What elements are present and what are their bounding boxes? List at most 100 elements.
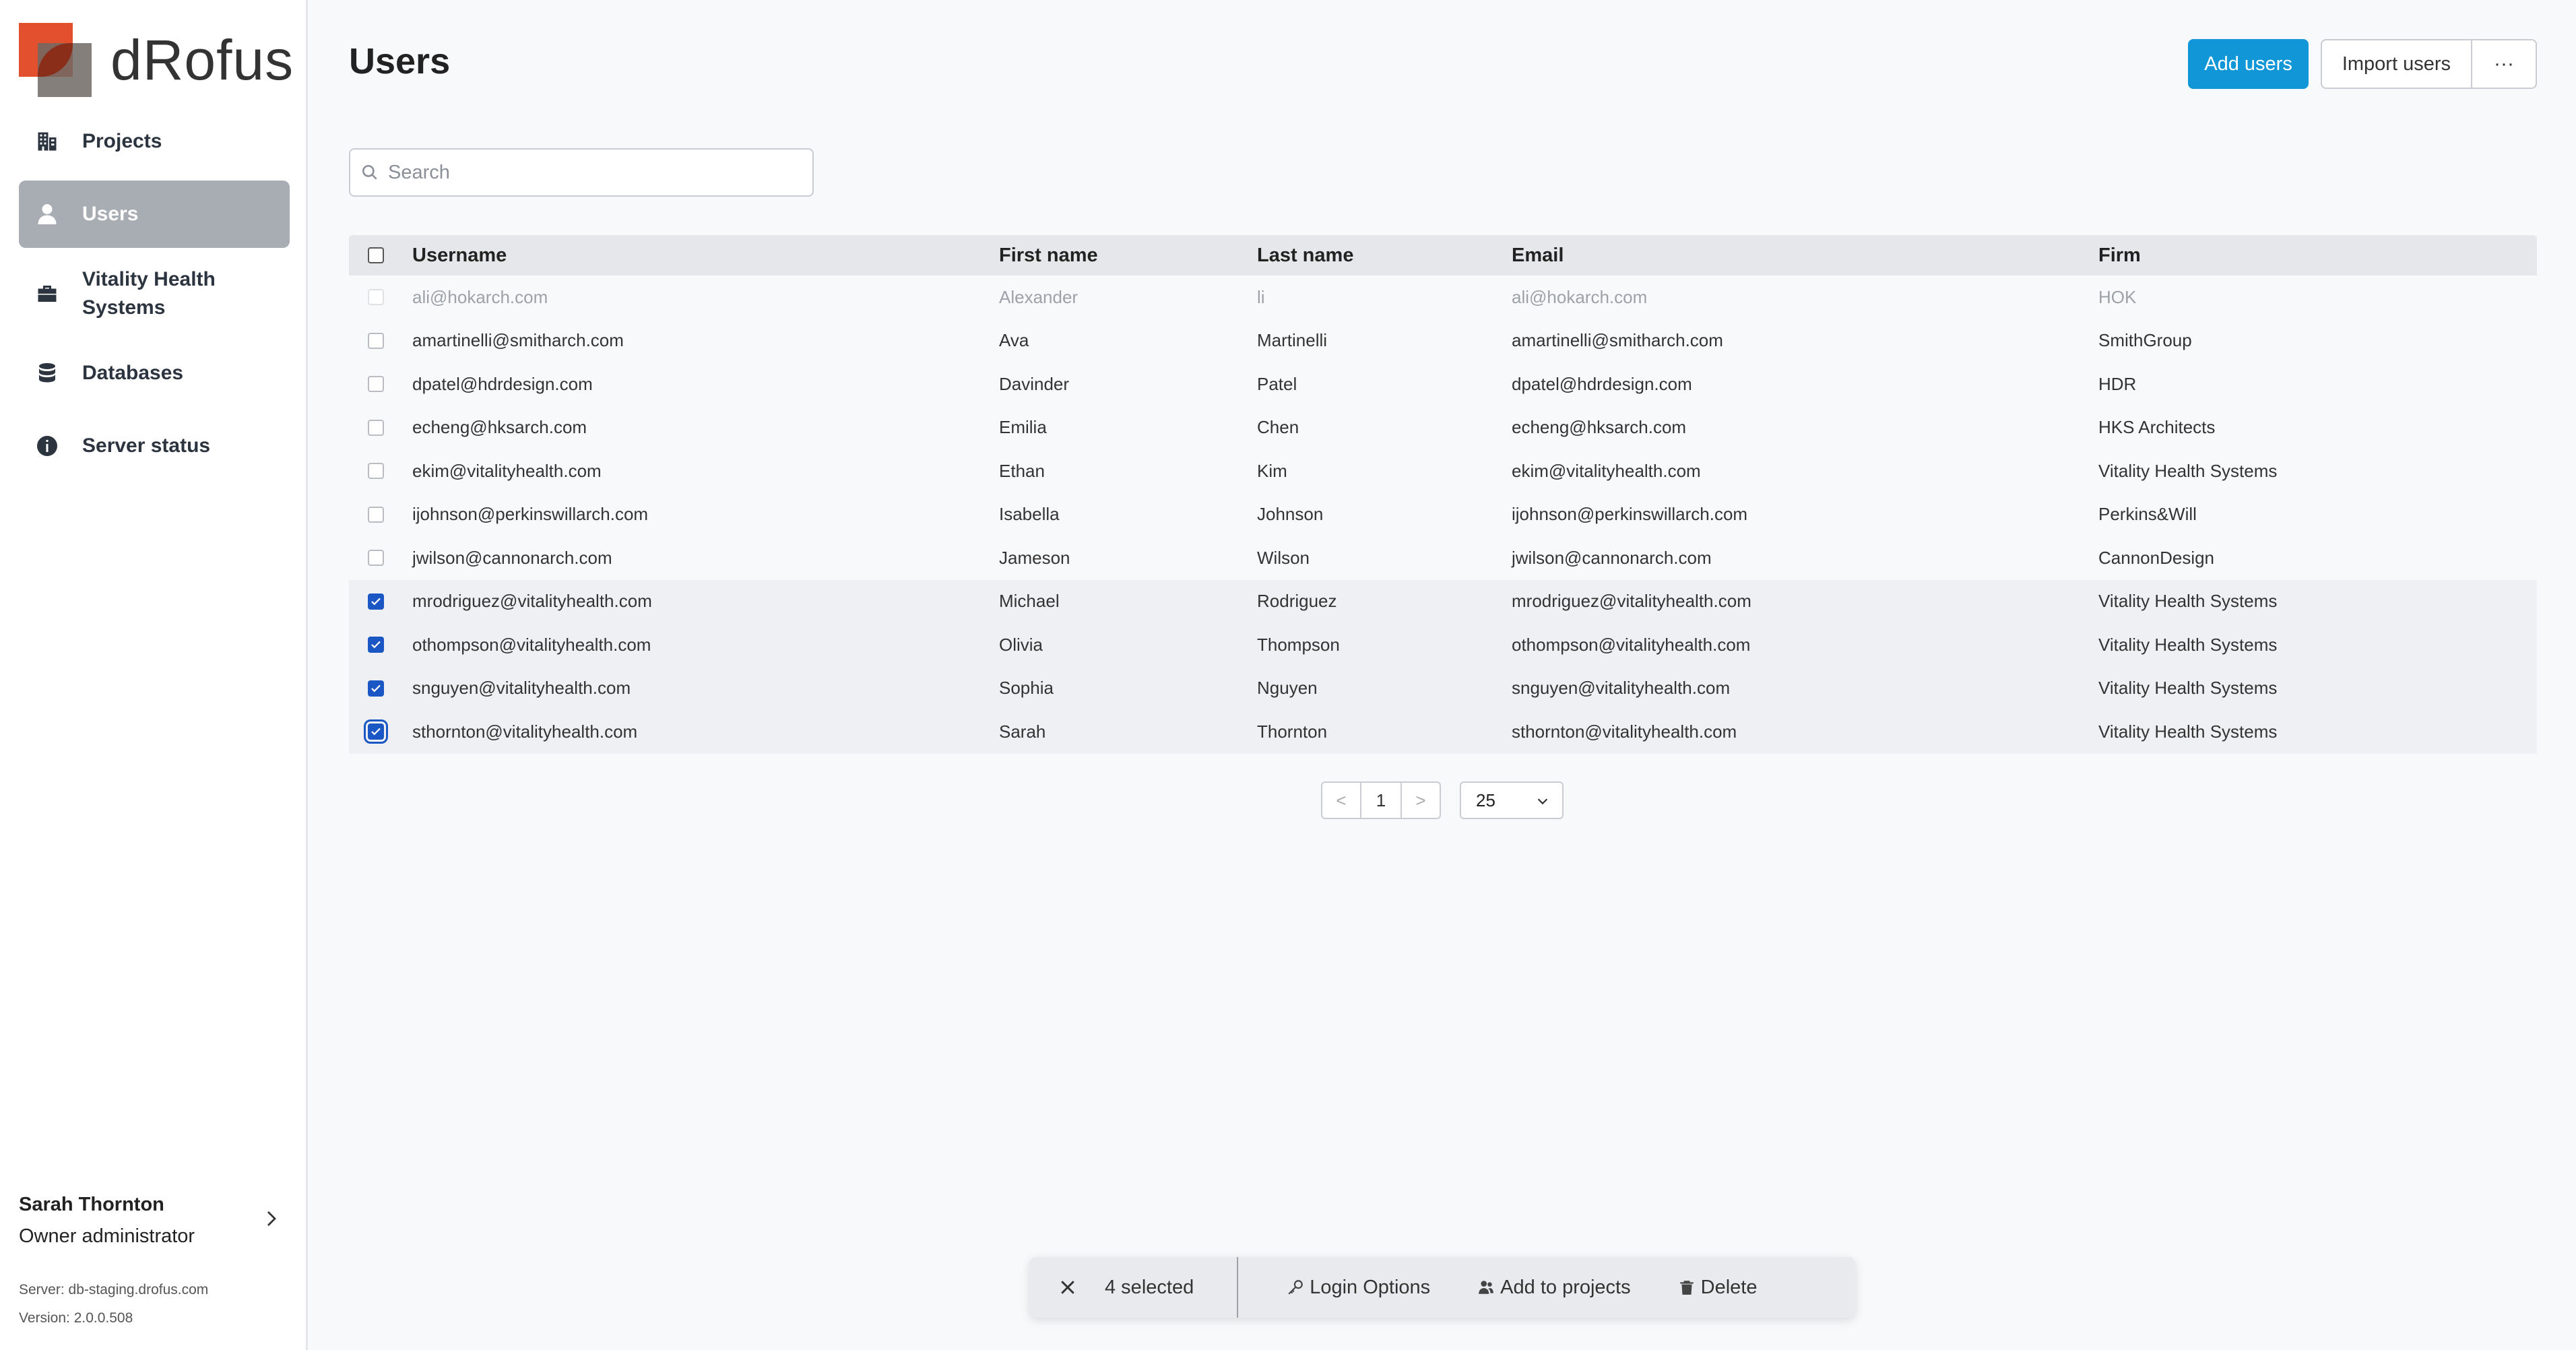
search-icon	[362, 164, 377, 180]
page-title: Users	[349, 41, 451, 82]
cell-firm: Vitality Health Systems	[2098, 591, 2278, 612]
page-number[interactable]: 1	[1361, 781, 1400, 819]
bulk-action-bar: 4 selected Login Options Add to projects…	[1029, 1257, 1855, 1318]
more-options-button[interactable]: ···	[2471, 40, 2536, 88]
row-select-cell	[368, 493, 384, 537]
selected-count: 4 selected	[1105, 1276, 1194, 1298]
import-button-group: Import users ···	[2320, 39, 2537, 89]
add-to-projects-button[interactable]: Add to projects	[1477, 1276, 1631, 1299]
cell-first-name: Olivia	[999, 634, 1043, 655]
sidebar: dRofus Projects Users Vitality Health Sy…	[0, 0, 308, 1350]
cell-email: amartinelli@smitharch.com	[1512, 330, 1723, 351]
add-users-button[interactable]: Add users	[2188, 39, 2309, 89]
row-select-cell	[368, 276, 384, 319]
cell-last-name: Kim	[1257, 460, 1287, 481]
table-row[interactable]: echeng@hksarch.com Emilia Chen echeng@hksar…	[349, 406, 2537, 450]
database-icon	[39, 363, 55, 383]
cell-last-name: Rodriguez	[1257, 591, 1337, 612]
table-row[interactable]: snguyen@vitalityhealth.com Sophia Nguyen sn…	[349, 666, 2537, 711]
cell-username: othompson@vitalityhealth.com	[412, 634, 651, 655]
cell-username: echeng@hksarch.com	[412, 417, 587, 438]
table-row[interactable]: ekim@vitalityhealth.com Ethan Kim ekim@vita…	[349, 449, 2537, 493]
table-row[interactable]: jwilson@cannonarch.com Jameson Wilson jwils…	[349, 536, 2537, 580]
row-checkbox[interactable]	[368, 376, 384, 393]
table-row[interactable]: dpatel@hdrdesign.com Davinder Patel dpatel@…	[349, 362, 2537, 406]
row-select-cell	[364, 710, 388, 754]
row-checkbox	[368, 289, 384, 306]
search-input[interactable]	[387, 160, 794, 185]
building-icon	[38, 132, 57, 151]
table-header: Username First name Last name Email Firm	[349, 235, 2537, 276]
users-table: Username First name Last name Email Firm…	[349, 235, 2537, 754]
next-page-button[interactable]: >	[1400, 781, 1441, 819]
cell-first-name: Emilia	[999, 417, 1047, 438]
cell-last-name: Johnson	[1257, 504, 1324, 525]
cell-email: ali@hokarch.com	[1512, 286, 1648, 307]
column-email[interactable]: Email	[1512, 235, 1564, 276]
sidebar-item-projects[interactable]: Projects	[19, 108, 290, 175]
row-select-cell	[368, 667, 384, 711]
close-icon[interactable]	[1058, 1277, 1078, 1297]
column-first-name[interactable]: First name	[999, 235, 1098, 276]
page-size-select[interactable]: 25	[1460, 781, 1564, 819]
table-row[interactable]: mrodriguez@vitalityhealth.com Michael Rodr…	[349, 579, 2537, 623]
column-firm[interactable]: Firm	[2098, 235, 2141, 276]
column-username[interactable]: Username	[412, 235, 507, 276]
sidebar-nav: Projects Users Vitality Health Systems D…	[19, 108, 290, 485]
sidebar-item-users[interactable]: Users	[19, 181, 290, 248]
row-checkbox[interactable]	[368, 637, 384, 653]
cell-username: amartinelli@smitharch.com	[412, 330, 624, 351]
cell-first-name: Ethan	[999, 460, 1045, 481]
cell-email: dpatel@hdrdesign.com	[1512, 373, 1692, 394]
table-row[interactable]: ijohnson@perkinswillarch.com Isabella John…	[349, 493, 2537, 537]
cell-username: ali@hokarch.com	[412, 286, 548, 307]
server-info: Server: db-staging.drofus.com	[19, 1282, 209, 1297]
table-row[interactable]: amartinelli@smitharch.com Ava Martinelli am…	[349, 319, 2537, 363]
row-checkbox[interactable]	[368, 463, 384, 480]
logo[interactable]: dRofus	[19, 23, 294, 97]
column-last-name[interactable]: Last name	[1257, 235, 1353, 276]
row-checkbox[interactable]	[364, 719, 388, 744]
row-checkbox[interactable]	[368, 593, 384, 610]
briefcase-icon	[38, 286, 57, 302]
cell-username: sthornton@vitalityhealth.com	[412, 721, 638, 742]
sidebar-item-label: Databases	[82, 362, 184, 384]
cell-last-name: Thompson	[1257, 634, 1340, 655]
row-checkbox[interactable]	[368, 332, 384, 349]
row-checkbox[interactable]	[368, 419, 384, 436]
cell-last-name: Nguyen	[1257, 678, 1318, 699]
login-options-button[interactable]: Login Options	[1287, 1277, 1430, 1299]
chevron-right-icon[interactable]	[261, 1209, 282, 1229]
select-all-checkbox[interactable]	[368, 247, 384, 263]
table-row[interactable]: sthornton@vitalityhealth.com Sarah Thornto…	[349, 710, 2537, 754]
user-name: Sarah Thornton	[19, 1194, 164, 1215]
add-to-projects-label: Add to projects	[1500, 1276, 1631, 1298]
cell-first-name: Davinder	[999, 373, 1070, 394]
cell-email: jwilson@cannonarch.com	[1512, 547, 1712, 568]
sidebar-item-label: Vitality Health Systems	[82, 268, 216, 319]
sidebar-item-vitality-health-systems[interactable]: Vitality Health Systems	[19, 253, 290, 334]
delete-button[interactable]: Delete	[1678, 1276, 1758, 1299]
import-users-button[interactable]: Import users	[2322, 40, 2471, 88]
row-select-cell	[368, 623, 384, 667]
info-icon	[37, 436, 57, 456]
cell-email: ekim@vitalityhealth.com	[1512, 460, 1701, 481]
sidebar-item-databases[interactable]: Databases	[19, 340, 290, 407]
current-user[interactable]: Sarah Thornton Owner administrator	[19, 1194, 288, 1248]
delete-label: Delete	[1700, 1276, 1758, 1298]
table-row[interactable]: othompson@vitalityhealth.com Olivia Thomps…	[349, 623, 2537, 667]
row-select-cell	[368, 362, 384, 406]
prev-page-button[interactable]: <	[1321, 781, 1361, 819]
row-checkbox[interactable]	[368, 550, 384, 567]
user-role: Owner administrator	[19, 1225, 195, 1247]
chevron-down-icon	[1537, 798, 1548, 805]
sidebar-item-server-status[interactable]: Server status	[19, 412, 290, 480]
row-checkbox[interactable]	[368, 680, 384, 697]
table-row[interactable]: ali@hokarch.com Alexander li ali@hokarch.co…	[349, 276, 2537, 319]
cell-email: othompson@vitalityhealth.com	[1512, 634, 1751, 655]
row-select-cell	[368, 536, 384, 580]
cell-username: ekim@vitalityhealth.com	[412, 460, 602, 481]
cell-first-name: Isabella	[999, 504, 1060, 525]
row-checkbox[interactable]	[368, 506, 384, 523]
row-select-cell	[368, 319, 384, 363]
